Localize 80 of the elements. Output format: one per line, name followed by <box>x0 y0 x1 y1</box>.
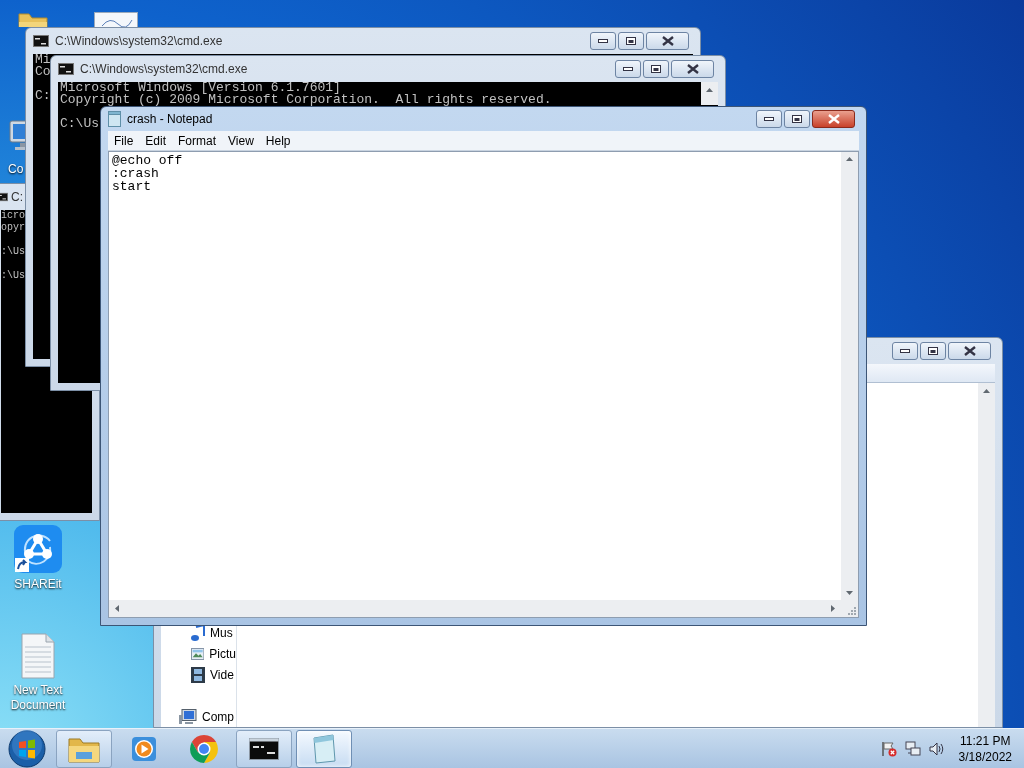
play-icon[interactable] <box>131 735 157 762</box>
clock-time: 11:21 PM <box>960 732 1011 749</box>
flag-icon[interactable] <box>880 740 897 757</box>
console-line: Co <box>35 66 51 78</box>
menu-item[interactable]: View <box>222 131 260 150</box>
clock-date: 3/18/2022 <box>958 748 1012 765</box>
minimize-button[interactable] <box>590 32 616 50</box>
notepad-icon[interactable] <box>311 733 337 764</box>
scrollbar[interactable] <box>701 82 718 105</box>
minimize-icon[interactable] <box>900 349 910 354</box>
network-icon[interactable] <box>904 740 921 757</box>
start-button[interactable] <box>8 729 46 768</box>
scroll-up-icon[interactable] <box>706 88 713 92</box>
close-icon[interactable] <box>963 346 976 357</box>
nav-item[interactable]: Comp <box>161 706 236 727</box>
console-line: :\Us <box>1 246 25 258</box>
window-title: C: <box>11 189 23 206</box>
console-line: Microsoft Windows [Version 6.1.7601] <box>60 82 341 94</box>
resize-grip-icon[interactable] <box>848 607 856 615</box>
close-button[interactable] <box>646 32 689 50</box>
nav-item[interactable]: Pictu <box>161 643 236 664</box>
close-button[interactable] <box>948 342 991 361</box>
nav-item[interactable]: Mus <box>161 622 236 643</box>
scrollbar[interactable] <box>978 383 995 727</box>
minimize-button[interactable] <box>892 342 918 361</box>
maximize-icon[interactable] <box>928 347 938 356</box>
maximize-button[interactable] <box>784 110 810 128</box>
icon-label[interactable]: Co <box>8 162 24 177</box>
minimize-icon[interactable] <box>598 39 608 43</box>
picture-icon <box>191 646 205 661</box>
document-text: @echo off :crash start <box>112 154 184 193</box>
maximize-button[interactable] <box>618 32 644 50</box>
taskbar-button[interactable] <box>236 729 292 768</box>
console-icon[interactable] <box>249 737 279 760</box>
scroll-down-icon[interactable] <box>846 591 853 595</box>
close-icon[interactable] <box>686 64 699 74</box>
menu-item[interactable]: Format <box>172 131 223 150</box>
console-line: :\Us <box>1 270 25 282</box>
scrollbar[interactable] <box>841 152 858 600</box>
window-title: crash - Notepad <box>127 111 213 128</box>
console-line: C: <box>35 90 51 102</box>
maximize-icon[interactable] <box>792 115 802 123</box>
console-line: Copyright (c) 2009 Microsoft Corporation. All rights reserved. <box>60 94 552 106</box>
window-title: C:\Windows\system32\cmd.exe <box>80 61 248 78</box>
minimize-icon[interactable] <box>764 117 774 121</box>
close-button[interactable] <box>671 60 714 78</box>
scroll-up-icon[interactable] <box>846 157 853 161</box>
scrollbar[interactable] <box>109 600 841 617</box>
scroll-left-icon[interactable] <box>115 605 119 612</box>
console-icon <box>0 191 8 203</box>
console-icon <box>58 63 74 75</box>
music-note-icon <box>191 624 205 641</box>
console-icon <box>33 35 49 47</box>
minimize-button[interactable] <box>615 60 641 78</box>
browser-icon[interactable] <box>189 733 219 764</box>
film-strip-icon <box>191 666 205 683</box>
menu-item[interactable]: Edit <box>139 131 173 150</box>
window-title: C:\Windows\system32\cmd.exe <box>55 33 223 50</box>
maximize-icon[interactable] <box>626 37 636 45</box>
scroll-right-icon[interactable] <box>831 605 835 612</box>
volume-icon[interactable] <box>928 740 945 757</box>
scroll-up-icon[interactable] <box>983 389 990 393</box>
menu-item[interactable]: Help <box>259 131 297 150</box>
console-line: C:\Us <box>60 118 99 130</box>
console-line: icro <box>1 210 25 222</box>
clock[interactable]: 11:21 PM 3/18/2022 <box>958 732 1012 765</box>
image-file-icon[interactable] <box>94 12 138 27</box>
close-button[interactable] <box>812 110 855 128</box>
maximize-button[interactable] <box>643 60 669 78</box>
shortcut-app-icon[interactable] <box>14 525 62 573</box>
menu-item[interactable]: File <box>108 131 140 150</box>
close-icon[interactable] <box>661 36 674 46</box>
nav-item[interactable]: Vide <box>161 664 236 685</box>
minimize-button[interactable] <box>756 110 782 128</box>
console-line: opyr <box>1 222 25 234</box>
minimize-icon[interactable] <box>623 67 633 71</box>
notepad-icon <box>108 111 121 127</box>
maximize-icon[interactable] <box>651 65 661 73</box>
console-line: Mi <box>35 54 51 66</box>
maximize-button[interactable] <box>920 342 946 361</box>
